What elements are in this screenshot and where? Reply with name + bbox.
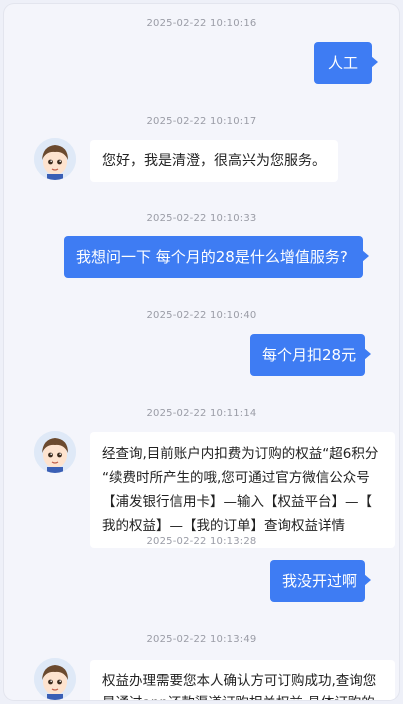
agent-message-bubble[interactable]: 权益办理需要您本人确认方可订购成功,查询您 是通过app还款渠道订购相关权益,具… xyxy=(90,660,395,700)
message-line: 权益办理需要您本人确认方可订购成功,查询您 xyxy=(102,673,377,689)
cartoon-boy-avatar-icon xyxy=(34,658,76,700)
agent-avatar xyxy=(34,138,76,180)
user-message-bubble[interactable]: 每个月扣28元 xyxy=(250,334,371,376)
message-line: 是通过app还款渠道订购相关权益,具体订购的 xyxy=(102,692,383,700)
message-timestamp: 2025-02-22 10:10:33 xyxy=(146,213,257,224)
agent-avatar xyxy=(34,658,76,700)
message-line: 【浦发银行信用卡】—输入【权益平台】—【 xyxy=(102,494,372,510)
user-message-bubble[interactable]: 我想问一下 每个月的28是什么增值服务? xyxy=(64,236,369,278)
agent-message-bubble[interactable]: 经查询,目前账户内扣费为订购的权益“超6积分 “续费时所产生的哦,您可通过官方微… xyxy=(90,432,395,548)
user-message-bubble[interactable]: 人工 xyxy=(314,42,378,84)
agent-avatar xyxy=(34,431,76,473)
user-message-bubble[interactable]: 我没开过啊 xyxy=(270,560,371,602)
message-timestamp: 2025-02-22 10:10:17 xyxy=(146,116,257,127)
message-timestamp: 2025-02-22 10:10:40 xyxy=(146,310,257,321)
message-timestamp: 2025-02-22 10:13:28 xyxy=(146,536,257,547)
cartoon-boy-avatar-icon xyxy=(34,138,76,180)
message-timestamp: 2025-02-22 10:10:16 xyxy=(146,18,257,29)
cartoon-boy-avatar-icon xyxy=(34,431,76,473)
message-timestamp: 2025-02-22 10:11:14 xyxy=(146,408,257,419)
message-line: “续费时所产生的哦,您可通过官方微信公众号 xyxy=(102,470,370,486)
message-timestamp: 2025-02-22 10:13:49 xyxy=(146,634,257,645)
message-line: 我的权益】—【我的订单】查询权益详情 xyxy=(102,518,345,534)
message-line: 经查询,目前账户内扣费为订购的权益“超6积分 xyxy=(102,446,379,462)
chat-window: 2025-02-22 10:10:16 人工 2025-02-22 10:10:… xyxy=(4,4,399,700)
agent-message-bubble[interactable]: 您好，我是清澄，很高兴为您服务。 xyxy=(90,140,338,182)
